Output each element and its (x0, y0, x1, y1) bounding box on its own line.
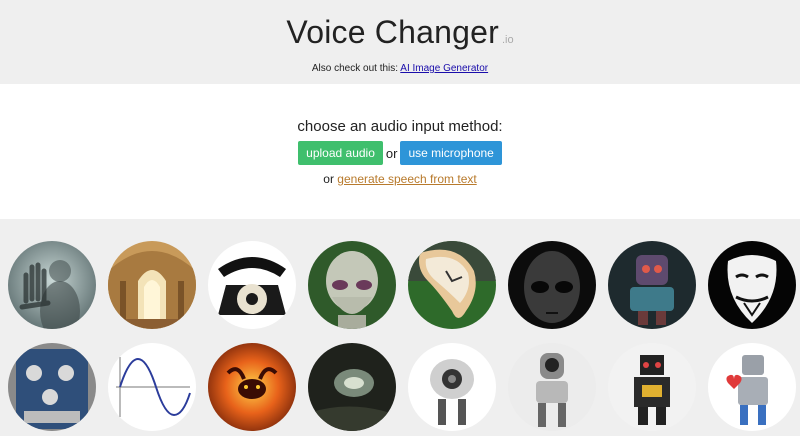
tts-line: or generate speech from text (0, 172, 800, 186)
cathedral-icon (108, 241, 196, 329)
telephone-icon (208, 241, 296, 329)
voice-cathedral[interactable] (108, 241, 196, 329)
voice-colorful-robot[interactable] (608, 241, 696, 329)
melting-clock-icon (408, 241, 496, 329)
voice-tin-robot[interactable] (708, 343, 796, 431)
input-method-prompt: choose an audio input method: (297, 118, 503, 135)
voice-ghost[interactable] (8, 241, 96, 329)
white-robot-icon (408, 343, 496, 431)
voice-chrome-robot[interactable] (508, 343, 596, 431)
upload-audio-button[interactable]: upload audio (298, 141, 383, 165)
also-text: Also check out this: (311, 63, 401, 74)
title-wrap: Voice Changer .io (0, 14, 800, 51)
ai-image-generator-link[interactable]: AI Image Generator (400, 63, 488, 74)
voice-guitar-pedal[interactable] (8, 343, 96, 431)
or-separator: or (385, 145, 398, 161)
cave-icon (308, 343, 396, 431)
dark-alien-icon (508, 241, 596, 329)
balrog-fire-icon (208, 343, 296, 431)
voice-sine-wave[interactable] (108, 343, 196, 431)
input-panel: choose an audio input method: upload aud… (0, 84, 800, 219)
ghost-hand-icon (8, 241, 96, 329)
voice-grid (0, 219, 800, 436)
anonymous-mask-icon (708, 241, 796, 329)
voice-alien[interactable] (308, 241, 396, 329)
title-suffix: .io (501, 34, 514, 46)
header: Voice Changer .io Also check out this: AI… (0, 0, 800, 84)
generate-speech-link[interactable]: generate speech from text (337, 172, 476, 186)
also-check-line: Also check out this: AI Image Generator (0, 63, 800, 74)
use-microphone-button[interactable]: use microphone (400, 141, 502, 165)
chrome-robot-icon (508, 343, 596, 431)
tin-robot-heart-icon (708, 343, 796, 431)
colorful-robot-icon (608, 241, 696, 329)
voice-dark-alien[interactable] (508, 241, 596, 329)
sine-wave-icon (108, 343, 196, 431)
voice-anonymous[interactable] (708, 241, 796, 329)
input-buttons: upload audio or use microphone (0, 141, 800, 165)
voice-balrog[interactable] (208, 343, 296, 431)
toy-robot-icon (608, 343, 696, 431)
voice-telephone[interactable] (208, 241, 296, 329)
voice-cave[interactable] (308, 343, 396, 431)
voice-toy-robot[interactable] (608, 343, 696, 431)
page-title: Voice Changer (286, 14, 499, 50)
alien-icon (308, 241, 396, 329)
guitar-pedal-icon (8, 343, 96, 431)
voice-melting-clock[interactable] (408, 241, 496, 329)
voice-white-robot[interactable] (408, 343, 496, 431)
or-separator-2: or (323, 172, 334, 186)
